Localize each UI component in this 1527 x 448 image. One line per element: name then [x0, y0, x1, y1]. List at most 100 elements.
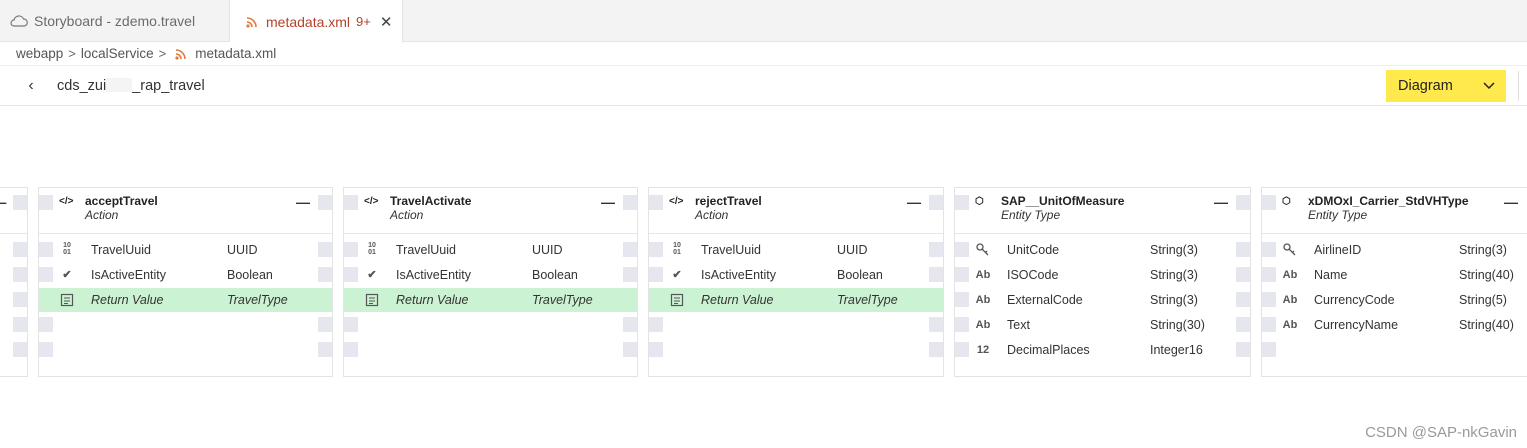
card-header: ⬡ SAP__UnitOfMeasure Entity Type — — [955, 188, 1250, 234]
property-type: TravelType — [837, 293, 898, 307]
property-type: Integer16 — [1150, 343, 1203, 357]
connector-port[interactable] — [649, 317, 663, 332]
entity-card-partial[interactable]: – — [0, 187, 28, 377]
connector-port[interactable] — [929, 342, 943, 357]
problems-badge: 9+ — [356, 14, 371, 29]
structure-icon — [59, 293, 75, 307]
property-name: CurrencyCode — [1314, 293, 1395, 307]
property-row[interactable]: 12 DecimalPlaces Integer16 — [955, 338, 1250, 362]
connector-port[interactable] — [39, 342, 53, 357]
property-type: UUID — [837, 243, 868, 257]
key-icon — [1282, 243, 1298, 257]
collapse-button[interactable]: — — [1504, 194, 1518, 210]
property-name: Name — [1314, 268, 1348, 282]
property-type: String(30) — [1150, 318, 1205, 332]
card-kind: Action — [85, 208, 119, 222]
connector-port[interactable] — [318, 195, 332, 210]
breadcrumb-webapp[interactable]: webapp — [16, 46, 63, 61]
entity-card[interactable]: ⬡ SAP__UnitOfMeasure Entity Type — UnitCode S… — [954, 187, 1251, 377]
connector-port[interactable] — [318, 342, 332, 357]
connector-port[interactable] — [955, 195, 969, 210]
text-type-icon: Ab — [975, 269, 991, 281]
property-row[interactable]: ✔ IsActiveEntity Boolean — [344, 263, 637, 287]
entity-card[interactable]: </> acceptTravel Action — 10 01 TravelUuid UUID… — [38, 187, 333, 377]
connector-port[interactable] — [13, 342, 27, 357]
property-row[interactable]: 10 01 TravelUuid UUID — [344, 238, 637, 262]
connector-port[interactable] — [39, 317, 53, 332]
connector-port[interactable] — [623, 317, 637, 332]
property-name: AirlineID — [1314, 243, 1362, 257]
entity-card[interactable]: </> rejectTravel Action — 10 01 TravelUuid UUID… — [648, 187, 944, 377]
property-row[interactable]: 10 01 TravelUuid UUID — [39, 238, 332, 262]
chevron-down-icon — [1483, 82, 1495, 90]
cube-icon: ⬡ — [975, 196, 984, 207]
connector-port[interactable] — [623, 195, 637, 210]
entity-card[interactable]: ⬡ xDMOxI_Carrier_StdVHType Entity Type — Air… — [1261, 187, 1527, 377]
property-row[interactable]: Ab CurrencyName String(40) — [1262, 313, 1527, 337]
collapse-button[interactable]: — — [601, 194, 615, 210]
close-tab-icon[interactable]: ✕ — [380, 13, 393, 31]
return-value-row[interactable]: Return Value TravelType — [39, 288, 332, 312]
connector-port[interactable] — [13, 195, 27, 210]
property-row[interactable]: ✔ IsActiveEntity Boolean — [649, 263, 943, 287]
rss-icon — [175, 48, 187, 60]
property-row[interactable]: AirlineID String(3) — [1262, 238, 1527, 262]
property-type: String(3) — [1150, 268, 1198, 282]
breadcrumb-localservice[interactable]: localService — [81, 46, 154, 61]
chevron-right-icon: > — [68, 46, 76, 61]
back-button[interactable]: ‹ — [22, 77, 40, 95]
property-row[interactable]: Ab Text String(30) — [955, 313, 1250, 337]
collapse-icon[interactable]: – — [0, 194, 7, 210]
breadcrumb: webapp > localService > metadata.xml — [0, 42, 1527, 66]
tab-metadata-xml[interactable]: metadata.xml 9+ ✕ — [230, 0, 403, 43]
connector-port[interactable] — [13, 317, 27, 332]
cube-icon: ⬡ — [1282, 196, 1291, 207]
entity-card[interactable]: </> TravelActivate Action — 10 01 TravelUuid UU… — [343, 187, 638, 377]
connector-port[interactable] — [1262, 195, 1276, 210]
connector-port[interactable] — [13, 242, 27, 257]
property-row[interactable]: 10 01 TravelUuid UUID — [649, 238, 943, 262]
connector-port[interactable] — [649, 342, 663, 357]
chevron-right-icon: > — [158, 46, 167, 61]
connector-port[interactable] — [929, 317, 943, 332]
number-type-icon: 12 — [976, 344, 990, 356]
connector-port[interactable] — [929, 195, 943, 210]
property-row[interactable]: Ab ExternalCode String(3) — [955, 288, 1250, 312]
rss-icon — [246, 16, 257, 28]
connector-port[interactable] — [344, 195, 358, 210]
check-icon: ✔ — [62, 269, 72, 281]
property-row[interactable]: ✔ IsActiveEntity Boolean — [39, 263, 332, 287]
property-name: TravelUuid — [396, 243, 456, 257]
check-icon: ✔ — [672, 269, 682, 281]
property-type: String(3) — [1150, 293, 1198, 307]
connector-port[interactable] — [344, 342, 358, 357]
property-row[interactable]: Ab ISOCode String(3) — [955, 263, 1250, 287]
connector-port[interactable] — [649, 195, 663, 210]
property-row[interactable]: Ab CurrencyCode String(5) — [1262, 288, 1527, 312]
connector-port[interactable] — [344, 317, 358, 332]
property-name: IsActiveEntity — [396, 268, 472, 282]
connector-port[interactable] — [13, 292, 27, 307]
view-mode-select[interactable]: Diagram — [1386, 70, 1506, 102]
property-row[interactable]: UnitCode String(3) — [955, 238, 1250, 262]
collapse-button[interactable]: — — [296, 194, 310, 210]
text-type-icon: Ab — [1282, 294, 1298, 306]
property-name: TravelUuid — [91, 243, 151, 257]
diagram-canvas[interactable]: – </>acceptTravelAction—1001TravelUuidUU… — [0, 107, 1527, 448]
connector-port[interactable] — [1262, 342, 1276, 357]
breadcrumb-metadata[interactable]: metadata.xml — [195, 46, 276, 61]
connector-port[interactable] — [13, 267, 27, 282]
property-name: IsActiveEntity — [701, 268, 777, 282]
card-title: TravelActivate — [390, 194, 472, 208]
collapse-button[interactable]: — — [907, 194, 921, 210]
collapse-button[interactable]: — — [1214, 194, 1228, 210]
return-value-row[interactable]: Return Value TravelType — [649, 288, 943, 312]
card-header: – — [0, 188, 27, 234]
connector-port[interactable] — [318, 317, 332, 332]
connector-port[interactable] — [623, 342, 637, 357]
property-row[interactable]: Ab Name String(40) — [1262, 263, 1527, 287]
tab-storyboard[interactable]: Storyboard - zdemo.travel — [0, 0, 230, 42]
connector-port[interactable] — [39, 195, 53, 210]
return-value-row[interactable]: Return Value TravelType — [344, 288, 637, 312]
connector-port[interactable] — [1236, 195, 1250, 210]
